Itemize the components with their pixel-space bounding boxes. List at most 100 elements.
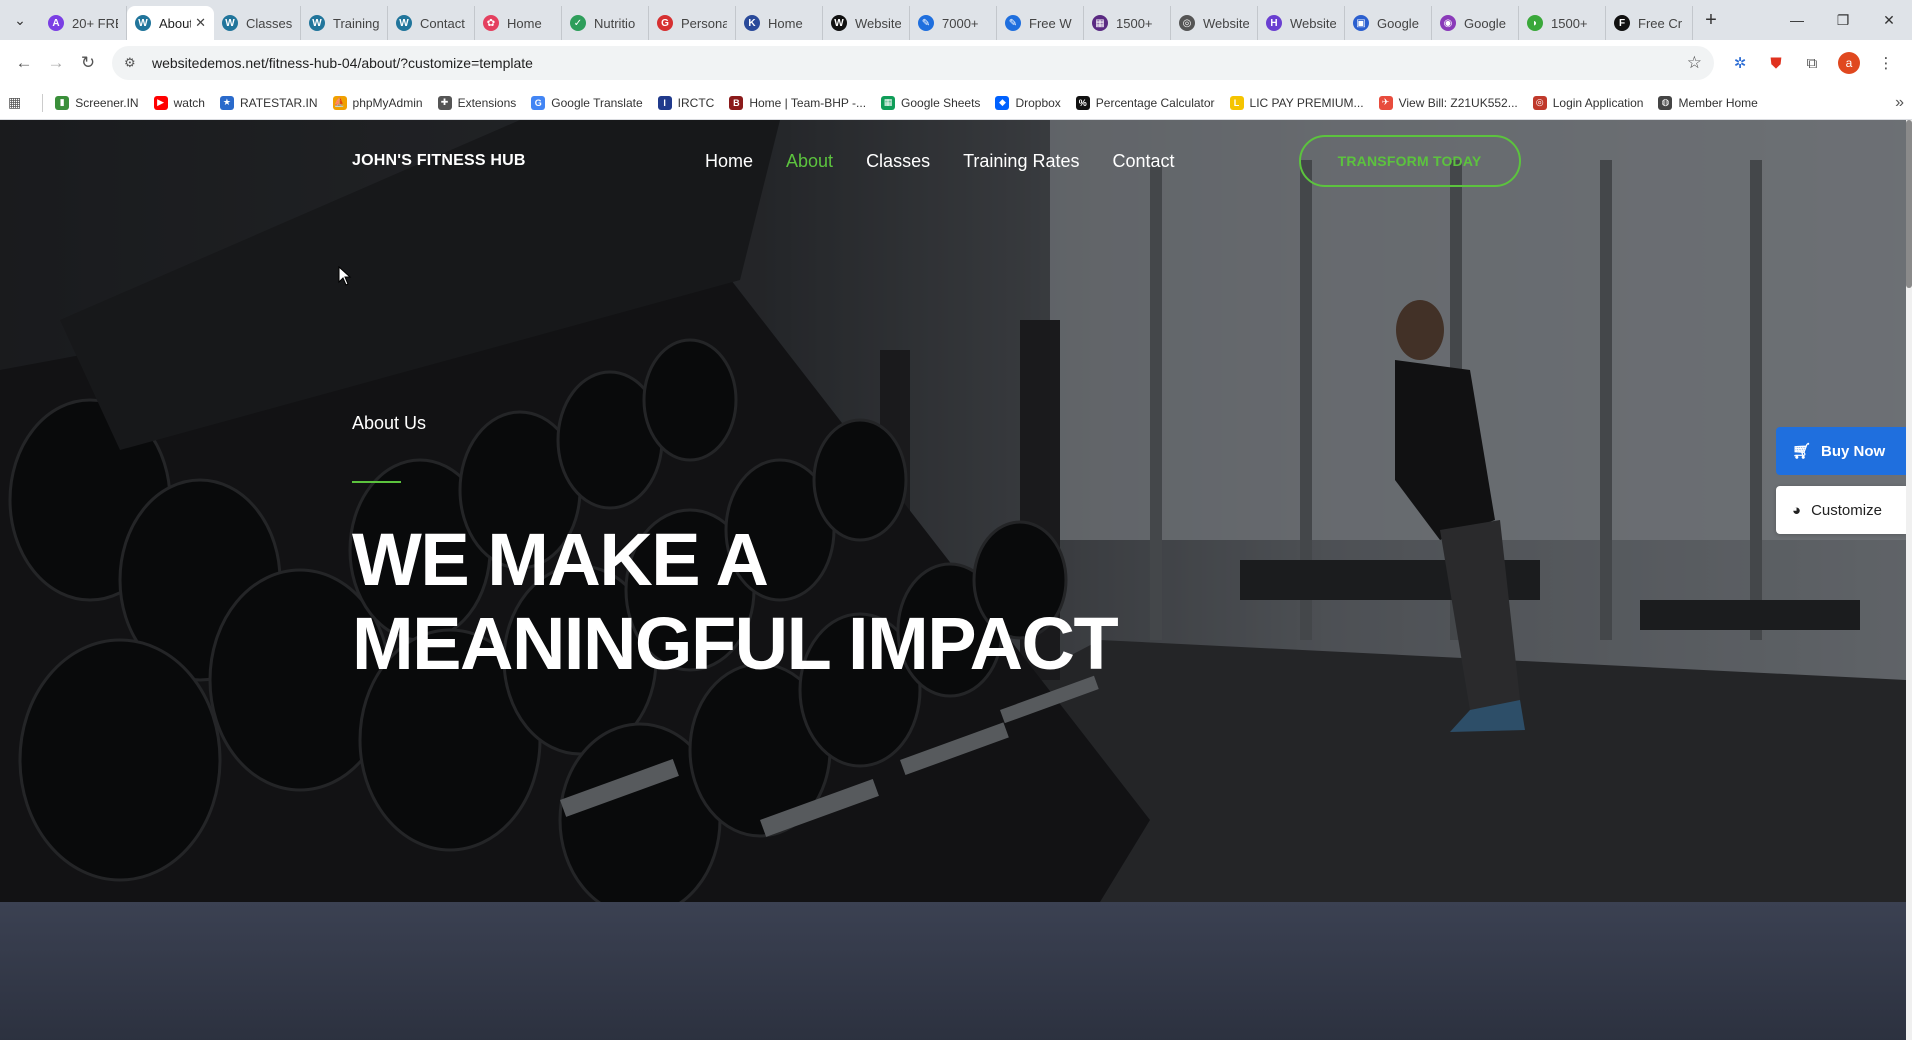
site-logo[interactable]: JOHN'S FITNESS HUB <box>352 152 705 170</box>
bookmark-label: Percentage Calculator <box>1095 95 1215 110</box>
bookmark-item[interactable]: ★ RATESTAR.IN <box>219 95 318 110</box>
browser-tab[interactable]: A 20+ FREE <box>40 6 127 40</box>
bookmark-item[interactable]: ✈ View Bill: Z21UK552... <box>1378 95 1518 110</box>
minimize-icon[interactable]: — <box>1774 0 1820 40</box>
tab-favicon-icon: H <box>1266 15 1282 31</box>
bookmark-item[interactable]: ◆ Dropbox <box>995 95 1061 110</box>
buy-now-button[interactable]: 🛒︎ Buy Now <box>1776 427 1906 475</box>
browser-tab[interactable]: ✿ Home <box>475 6 562 40</box>
bookmark-label: View Bill: Z21UK552... <box>1398 95 1518 110</box>
tab-title: Contact <box>420 15 465 31</box>
more-bookmarks-icon[interactable]: » <box>1895 94 1904 112</box>
transform-today-button[interactable]: TRANSFORM TODAY <box>1298 135 1521 187</box>
browser-tab[interactable]: ◗ 1500+ <box>1519 6 1606 40</box>
tab-title: Website <box>1290 15 1336 31</box>
bookmark-label: RATESTAR.IN <box>239 95 318 110</box>
extensions-puzzle-icon[interactable]: ⧉ <box>1794 47 1830 79</box>
nav-item-about[interactable]: About <box>786 151 833 172</box>
page-title: WE MAKE A MEANINGFUL IMPACT <box>352 518 1352 686</box>
reload-icon[interactable]: ↻ <box>72 47 104 79</box>
page-eyebrow: About Us <box>352 413 427 433</box>
tab-title: Google <box>1464 15 1506 31</box>
tab-title: Website <box>1203 15 1249 31</box>
browser-tab[interactable]: ◎ Website <box>1171 6 1258 40</box>
window-controls: — ❐ ✕ <box>1774 0 1912 40</box>
bookmark-star-icon[interactable]: ☆ <box>1687 53 1702 73</box>
buy-now-label: Buy Now <box>1821 442 1886 460</box>
new-tab-button[interactable]: + <box>1693 0 1729 40</box>
nav-item-contact[interactable]: Contact <box>1112 151 1174 172</box>
browser-tab[interactable]: F Free Cr <box>1606 6 1693 40</box>
tab-favicon-icon: F <box>1614 15 1630 31</box>
bookmark-item[interactable]: % Percentage Calculator <box>1075 95 1215 110</box>
url-text[interactable]: websitedemos.net/fitness-hub-04/about/?c… <box>152 55 1687 71</box>
site-info-icon[interactable]: ⚙ <box>124 55 144 71</box>
browser-tab[interactable]: W Contact <box>388 6 475 40</box>
browser-tab[interactable]: W About ✕ <box>127 6 214 40</box>
menu-kebab-icon[interactable]: ⋮ <box>1868 47 1904 79</box>
browser-tab[interactable]: H Website <box>1258 6 1345 40</box>
bookmark-favicon-icon: L <box>1229 95 1244 110</box>
browser-tab[interactable]: ▦ 1500+ <box>1084 6 1171 40</box>
bookmark-favicon-icon: ▶ <box>153 95 168 110</box>
tab-close-icon[interactable]: ✕ <box>195 15 206 31</box>
address-bar[interactable]: ⚙ websitedemos.net/fitness-hub-04/about/… <box>112 46 1714 80</box>
bookmark-favicon-icon: B <box>729 95 744 110</box>
browser-tab[interactable]: ▣ Google <box>1345 6 1432 40</box>
bookmark-favicon-icon: ◎ <box>1532 95 1547 110</box>
tab-title: 1500+ <box>1116 15 1153 31</box>
bookmark-item[interactable]: ▶ watch <box>153 95 205 110</box>
shield-extension-icon[interactable]: ⛊ <box>1758 47 1794 79</box>
cart-icon: 🛒︎ <box>1792 443 1812 460</box>
tab-title: Home <box>768 15 803 31</box>
headline-line-1: WE MAKE A <box>352 518 769 601</box>
extension-icon[interactable]: ✲ <box>1722 47 1758 79</box>
bookmark-favicon-icon: ▦ <box>881 95 896 110</box>
browser-tab[interactable]: W Classes <box>214 6 301 40</box>
bookmark-item[interactable]: ✚ Extensions <box>437 95 516 110</box>
tab-favicon-icon: W <box>396 15 412 31</box>
nav-item-classes[interactable]: Classes <box>866 151 930 172</box>
tab-favicon-icon: ◉ <box>1440 15 1456 31</box>
bookmark-item[interactable]: L LIC PAY PREMIUM... <box>1229 95 1364 110</box>
back-icon[interactable]: ← <box>8 47 40 79</box>
tab-title: Classes <box>246 15 292 31</box>
nav-item-training-rates[interactable]: Training Rates <box>963 151 1079 172</box>
tab-search-icon[interactable]: ⌄ <box>0 0 40 40</box>
main-navigation: Home About Classes Training Rates Contact <box>705 151 1208 172</box>
page-scrollbar[interactable] <box>1906 120 1912 1040</box>
tab-title: 1500+ <box>1551 15 1588 31</box>
bookmark-item[interactable]: ▮ Screener.IN <box>55 95 139 110</box>
bookmark-favicon-icon: ✚ <box>437 95 452 110</box>
browser-tab[interactable]: K Home <box>736 6 823 40</box>
bookmark-item[interactable]: ◎ Login Application <box>1532 95 1643 110</box>
browser-tab[interactable]: ✓ Nutritio <box>562 6 649 40</box>
tab-favicon-icon: ◗ <box>1527 15 1543 31</box>
browser-tab[interactable]: G Persona <box>649 6 736 40</box>
profile-avatar[interactable]: a <box>1838 52 1860 74</box>
bookmark-item[interactable]: ▦ Google Sheets <box>881 95 980 110</box>
next-section <box>0 902 1906 1040</box>
nav-item-home[interactable]: Home <box>705 151 753 172</box>
scrollbar-thumb[interactable] <box>1906 120 1912 288</box>
close-window-icon[interactable]: ✕ <box>1866 0 1912 40</box>
forward-icon[interactable]: → <box>40 47 72 79</box>
browser-tab[interactable]: W Training <box>301 6 388 40</box>
browser-tab[interactable]: ◉ Google <box>1432 6 1519 40</box>
bookmark-item[interactable]: ◍ Member Home <box>1658 95 1758 110</box>
bookmark-label: Google Translate <box>551 95 643 110</box>
customize-button[interactable]: ◕ Customize <box>1776 486 1906 534</box>
bookmark-item[interactable]: ⛵ phpMyAdmin <box>332 95 423 110</box>
headline-line-2: MEANINGFUL IMPACT <box>352 602 1119 685</box>
bookmark-item[interactable]: G Google Translate <box>531 95 643 110</box>
restore-icon[interactable]: ❐ <box>1820 0 1866 40</box>
tab-title: About <box>159 15 192 31</box>
browser-tab[interactable]: W Website <box>823 6 910 40</box>
tab-title: Free Cr <box>1638 15 1683 31</box>
browser-tab[interactable]: ✎ Free W <box>997 6 1084 40</box>
apps-grid-icon[interactable]: ▦ <box>8 94 21 111</box>
browser-tab[interactable]: ✎ 7000+ <box>910 6 997 40</box>
bookmark-item[interactable]: I IRCTC <box>657 95 714 110</box>
bookmark-list: ▮ Screener.IN ▶ watch ★ RATESTAR.IN ⛵ phpMyAdmi… <box>55 95 1773 110</box>
bookmark-item[interactable]: B Home | Team-BHP -... <box>729 95 866 110</box>
